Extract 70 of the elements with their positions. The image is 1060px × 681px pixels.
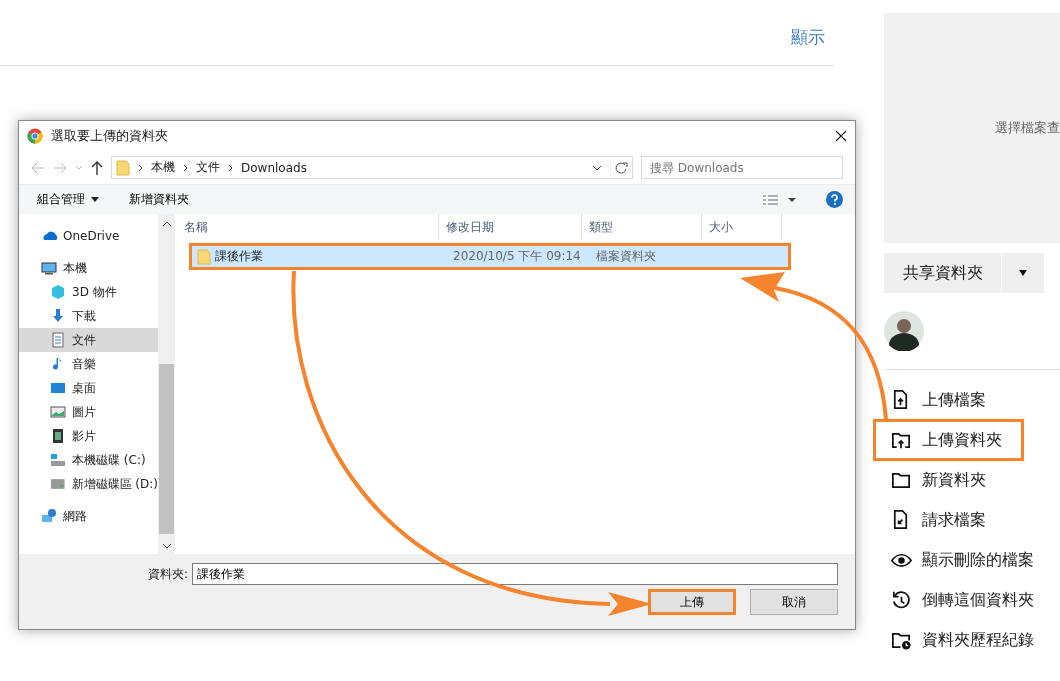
chevron-right-icon (183, 163, 188, 172)
breadcrumb-item[interactable]: Downloads (241, 160, 307, 175)
search-field[interactable]: 搜尋 Downloads (641, 156, 843, 179)
nav-item[interactable]: 音樂 (19, 352, 158, 376)
chevron-down-icon[interactable] (161, 542, 172, 550)
menu-item[interactable]: 新資料夾 (874, 460, 1023, 500)
menu-item[interactable]: 上傳資料夾 (874, 420, 1023, 460)
nav-item[interactable]: 圖片 (19, 400, 158, 424)
file-row[interactable]: 課後作業 2020/10/5 下午 09:14 檔案資料夾 (189, 243, 791, 270)
view-options-icon[interactable] (762, 193, 796, 206)
chevron-up-icon[interactable] (161, 220, 172, 228)
folder-icon (197, 248, 211, 265)
folder-label: 資料夾: (147, 565, 188, 583)
nav-item[interactable]: OneDrive (19, 224, 158, 248)
address-bar[interactable]: 本機 文件 Downloads (111, 156, 633, 179)
toolbar-button[interactable]: 組合管理 (37, 191, 99, 208)
download-icon (50, 308, 66, 324)
menu-item[interactable]: 顯示刪除的檔案 (874, 540, 1042, 580)
document-icon (50, 332, 66, 348)
pictures-icon (50, 404, 66, 420)
column-header[interactable]: 類型 (582, 214, 702, 240)
nav-item[interactable]: 影片 (19, 424, 158, 448)
column-header[interactable]: 修改日期 (439, 214, 582, 240)
column-header[interactable]: 大小 (702, 214, 782, 240)
folder-icon (116, 159, 130, 176)
column-header[interactable]: 名稱 (177, 214, 439, 240)
drive-c-icon (50, 452, 66, 468)
close-icon[interactable] (835, 130, 847, 142)
revert-icon (890, 589, 912, 611)
cube-icon (50, 284, 66, 300)
pc-icon (41, 260, 57, 276)
scrollbar[interactable] (158, 214, 175, 554)
drive-icon (50, 476, 66, 492)
file-name: 課後作業 (215, 248, 263, 265)
caret-icon (91, 197, 99, 202)
chevron-right-icon (138, 163, 143, 172)
menu-item[interactable]: 請求檔案 (874, 500, 1023, 540)
nav-item[interactable]: 新增磁碟區 (D:) (19, 472, 158, 496)
modified-date: 2020/10/5 下午 09:14 (452, 248, 582, 265)
help-icon[interactable] (826, 191, 843, 208)
nav-item[interactable]: 下載 (19, 304, 158, 328)
breadcrumb-item[interactable]: 文件 (196, 159, 220, 176)
dialog-button[interactable]: 上傳 (648, 589, 736, 615)
avatar (884, 311, 924, 351)
menu-item[interactable]: 上傳檔案 (874, 380, 1023, 420)
menu-item[interactable]: 倒轉這個資料夾 (874, 580, 1042, 620)
up-icon[interactable] (91, 160, 103, 175)
chevron-down-icon[interactable] (592, 164, 602, 171)
network-icon (41, 508, 57, 524)
dialog-button[interactable]: 取消 (750, 589, 838, 615)
file-type: 檔案資料夾 (595, 248, 657, 265)
caret-icon (1019, 270, 1027, 276)
breadcrumb-item[interactable]: 本機 (151, 159, 175, 176)
menu-item[interactable]: 資料夾歷程紀錄 (874, 620, 1042, 660)
browser-icon (27, 128, 43, 144)
nav-item[interactable]: 本機磁碟 (C:) (19, 448, 158, 472)
share-folder-button[interactable]: 共享資料夾 (884, 253, 1001, 293)
desktop-icon (50, 380, 66, 396)
video-icon (50, 428, 66, 444)
nav-item[interactable]: 網路 (19, 504, 158, 528)
nav-item[interactable]: 3D 物件 (19, 280, 158, 304)
dialog-title: 選取要上傳的資料夾 (51, 127, 169, 145)
show-link[interactable]: 顯示 (791, 26, 825, 52)
chevron-right-icon (228, 163, 233, 172)
toolbar-button[interactable]: 新增資料夾 (129, 191, 189, 208)
nav-item[interactable]: 本機 (19, 256, 158, 280)
nav-item[interactable]: 桌面 (19, 376, 158, 400)
preview-text: 選擇檔案查 (995, 119, 1060, 137)
folder-name-field[interactable]: 課後作業 (192, 563, 838, 585)
nav-item[interactable]: 文件 (19, 328, 158, 352)
